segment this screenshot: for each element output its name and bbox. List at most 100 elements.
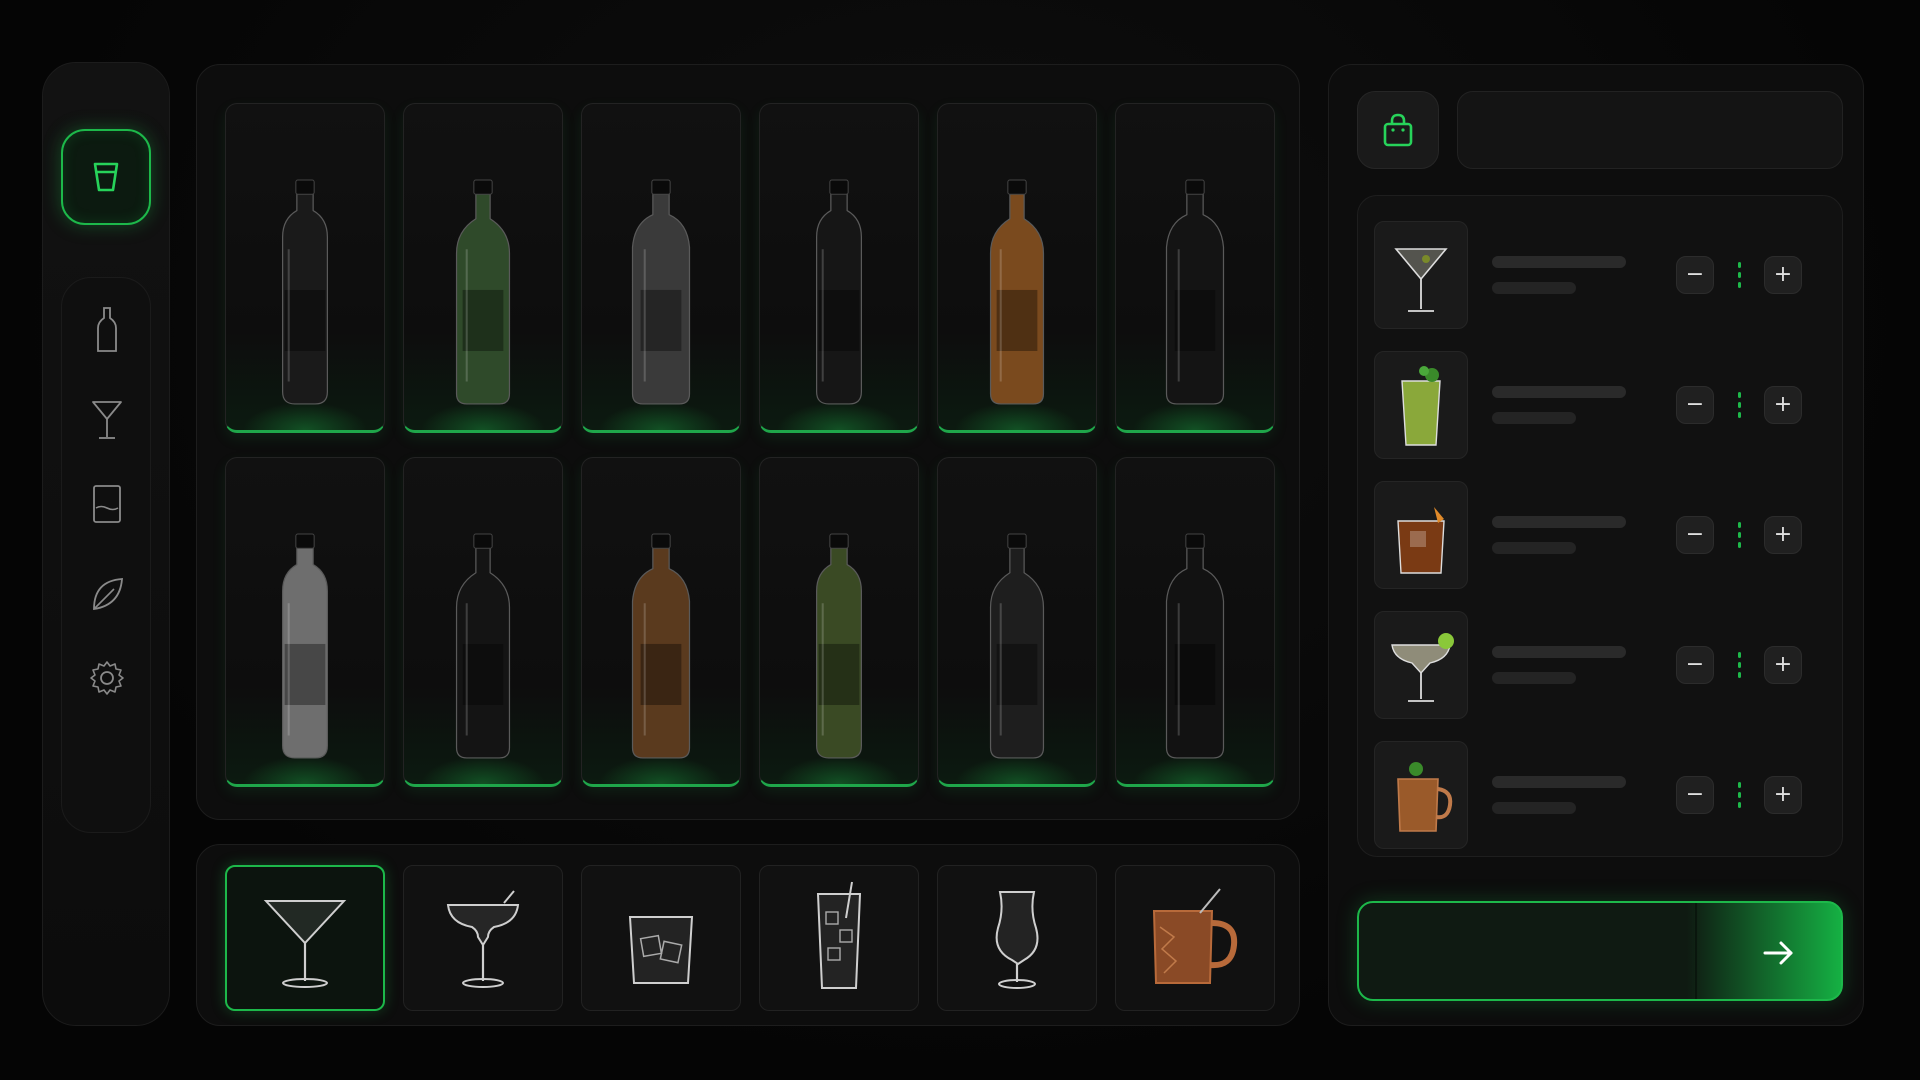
quantity-stepper: − +	[1676, 646, 1802, 684]
order-item-text	[1492, 776, 1626, 814]
product-card[interactable]	[403, 103, 563, 433]
product-card[interactable]	[225, 457, 385, 787]
sidebar-item-cocktails[interactable]	[62, 390, 152, 450]
cocktail-icon	[1401, 366, 1441, 446]
arrow-right-icon	[1763, 941, 1793, 965]
bottle-icon	[97, 307, 117, 352]
order-item-text	[1492, 256, 1626, 294]
product-card[interactable]	[1115, 103, 1275, 433]
glassware-row	[225, 865, 1275, 1011]
decrease-button[interactable]: −	[1676, 646, 1714, 684]
product-grid-panel	[196, 64, 1300, 820]
order-item-name	[1492, 516, 1626, 528]
drinks-icon	[93, 162, 119, 192]
quantity-indicator	[1736, 262, 1742, 288]
order-item-name	[1492, 646, 1626, 658]
bottle-icon	[1165, 179, 1225, 405]
sidebar-item-settings[interactable]	[62, 648, 152, 708]
search-bar[interactable]	[1457, 91, 1843, 169]
sidebar	[42, 62, 170, 1026]
bottle-icon	[816, 533, 862, 759]
product-card[interactable]	[1115, 457, 1275, 787]
order-item-text	[1492, 386, 1626, 424]
product-card[interactable]	[403, 457, 563, 787]
product-grid	[225, 103, 1275, 787]
increase-button[interactable]: +	[1764, 516, 1802, 554]
product-card[interactable]	[759, 103, 919, 433]
copper-mug-icon	[1152, 888, 1238, 984]
decrease-button[interactable]: −	[1676, 516, 1714, 554]
increase-button[interactable]: +	[1764, 256, 1802, 294]
bottle-icon	[1165, 533, 1225, 759]
order-item-name	[1492, 386, 1626, 398]
product-card[interactable]	[759, 457, 919, 787]
decrease-button[interactable]: −	[1676, 386, 1714, 424]
order-item-detail	[1492, 802, 1576, 814]
bottle-icon	[282, 179, 328, 405]
glass-option-rocks[interactable]	[581, 865, 741, 1011]
quantity-indicator	[1736, 652, 1742, 678]
bottle-icon	[455, 179, 511, 405]
glassware-panel	[196, 844, 1300, 1026]
rocks-glass-icon	[628, 916, 694, 984]
sidebar-nav-group	[61, 277, 151, 833]
bottle-icon	[455, 533, 511, 759]
martini-glass-icon	[92, 401, 122, 439]
sidebar-item-garnish[interactable]	[62, 564, 152, 624]
glass-option-margarita[interactable]	[403, 865, 563, 1011]
martini-thumbnail	[1374, 221, 1468, 329]
sidebar-item-drinks[interactable]	[61, 129, 151, 225]
product-card[interactable]	[937, 103, 1097, 433]
order-item: − +	[1374, 210, 1826, 340]
bottle-icon	[816, 179, 862, 405]
hurricane-glass-icon	[995, 891, 1039, 989]
product-card[interactable]	[225, 103, 385, 433]
product-card[interactable]	[581, 103, 741, 433]
cocktail-icon	[1397, 762, 1453, 832]
glass-option-martini[interactable]	[225, 865, 385, 1011]
old-fashioned-thumbnail	[1374, 481, 1468, 589]
order-item-name	[1492, 256, 1626, 268]
order-item-detail	[1492, 672, 1576, 684]
quantity-indicator	[1736, 522, 1742, 548]
order-item-detail	[1492, 412, 1576, 424]
quantity-stepper: − +	[1676, 386, 1802, 424]
mojito-thumbnail	[1374, 351, 1468, 459]
cocktail-icon	[1394, 248, 1448, 312]
checkout-button[interactable]	[1357, 901, 1843, 1001]
cocktail-icon	[1391, 633, 1454, 702]
increase-button[interactable]: +	[1764, 386, 1802, 424]
glass-option-highball[interactable]	[759, 865, 919, 1011]
martini-glass-icon	[263, 900, 347, 988]
decrease-button[interactable]: −	[1676, 776, 1714, 814]
leaf-icon	[93, 578, 123, 611]
moscow-mule-thumbnail	[1374, 741, 1468, 849]
bottle-icon	[631, 179, 691, 405]
decrease-button[interactable]: −	[1676, 256, 1714, 294]
margarita-glass-icon	[446, 890, 520, 988]
quantity-stepper: − +	[1676, 776, 1802, 814]
product-card[interactable]	[937, 457, 1097, 787]
settings-icon	[90, 661, 124, 695]
increase-button[interactable]: +	[1764, 776, 1802, 814]
quantity-indicator	[1736, 392, 1742, 418]
sidebar-item-spirits[interactable]	[62, 474, 152, 534]
checkout-divider	[1695, 903, 1697, 999]
glass-option-hurricane[interactable]	[937, 865, 1097, 1011]
order-item: − +	[1374, 340, 1826, 470]
cart-button[interactable]	[1357, 91, 1439, 169]
bottle-icon	[989, 179, 1045, 405]
quantity-stepper: − +	[1676, 516, 1802, 554]
order-item-name	[1492, 776, 1626, 788]
order-item-detail	[1492, 542, 1576, 554]
order-panel: − + − + − + − + − +	[1328, 64, 1864, 1026]
product-card[interactable]	[581, 457, 741, 787]
order-item-detail	[1492, 282, 1576, 294]
increase-button[interactable]: +	[1764, 646, 1802, 684]
sidebar-item-bottles[interactable]	[62, 300, 152, 360]
search-input[interactable]	[1458, 92, 1842, 168]
order-item: − +	[1374, 470, 1826, 600]
bottle-icon	[631, 533, 691, 759]
glass-option-copper-mug[interactable]	[1115, 865, 1275, 1011]
order-item: − +	[1374, 600, 1826, 730]
